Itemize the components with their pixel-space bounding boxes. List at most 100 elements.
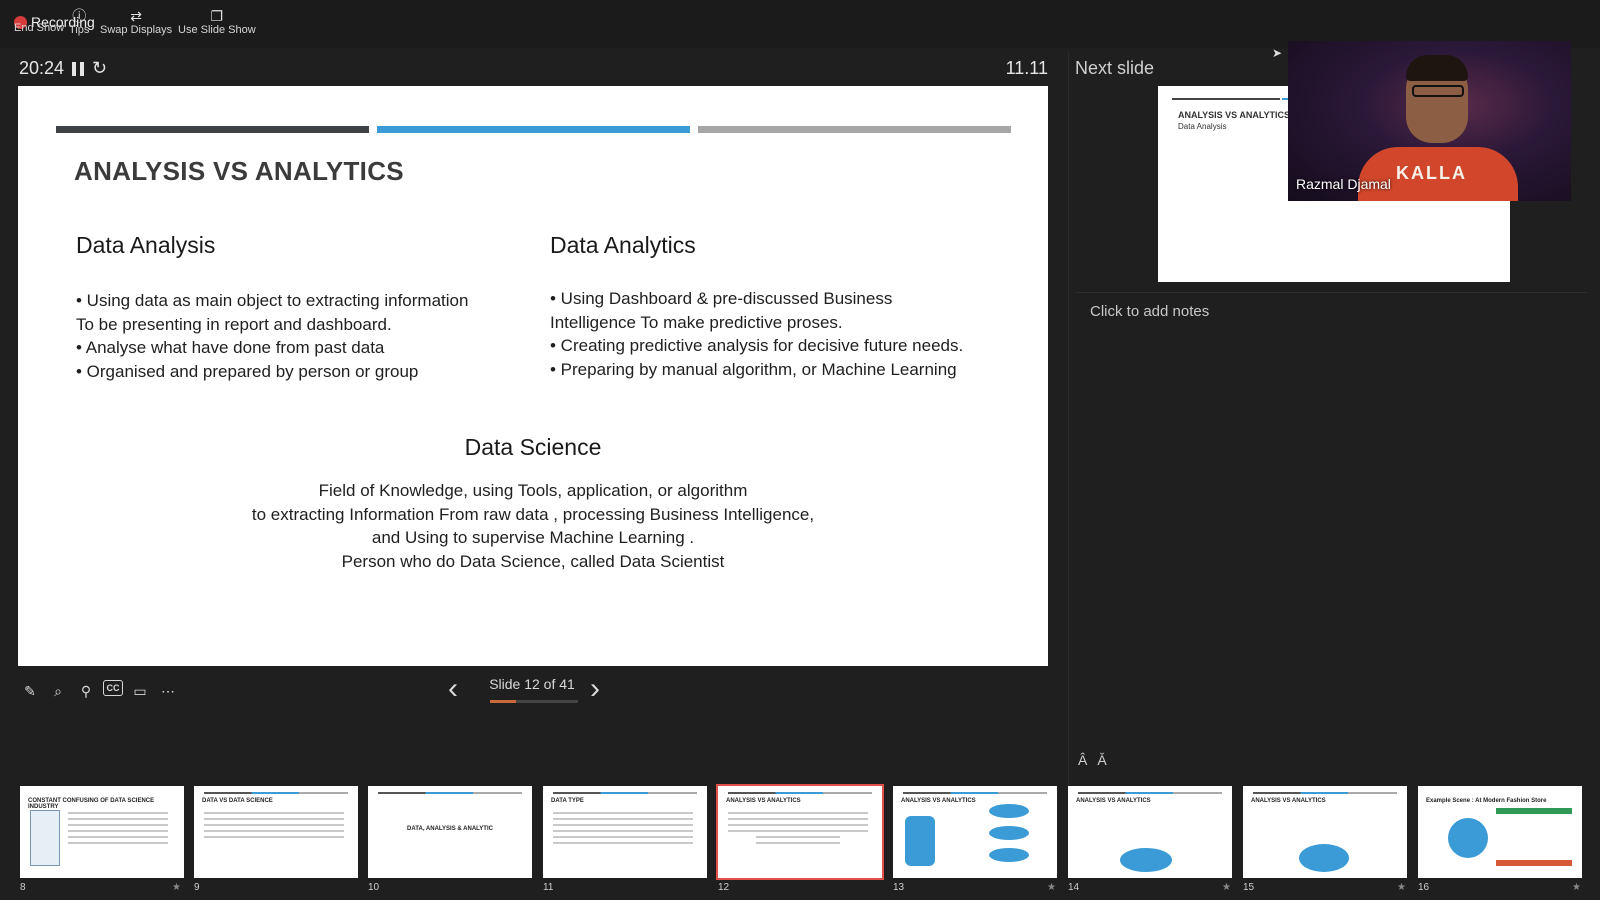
slide-progress-fill	[490, 700, 516, 703]
thumbnail-text-lines	[204, 812, 344, 842]
thumbnail-slide-10[interactable]: DATA, ANALYSIS & ANALYTIC	[368, 786, 532, 878]
diagram-ellipse	[1448, 818, 1488, 858]
thumbnail-number: 10	[368, 882, 380, 893]
diagram-ellipse	[1120, 848, 1172, 872]
pointer-icon[interactable]: ⚲	[75, 680, 97, 702]
tips-label: Tips	[69, 24, 90, 36]
thumbnail-slide-8[interactable]: CONSTANT CONFUSING OF DATA SCIENCE INDUS…	[20, 786, 184, 878]
thumbnail-title: ANALYSIS VS ANALYTICS	[1251, 798, 1326, 804]
notes-font-controls: Â Ǎ	[1078, 752, 1107, 768]
tips-button[interactable]: ⓘ Tips	[69, 8, 89, 36]
title-bars	[56, 126, 1011, 133]
bar-shape	[1496, 808, 1572, 814]
speaker-notes[interactable]: Click to add notes	[1090, 303, 1209, 320]
dataset-shape	[989, 848, 1029, 862]
slide-thumbnail-strip: CONSTANT CONFUSING OF DATA SCIENCE INDUS…	[0, 784, 1600, 900]
data-analytics-heading: Data Analytics	[550, 232, 696, 258]
thumbnail-number: 15	[1243, 882, 1255, 893]
list-item: • Analyse what have done from past data	[76, 338, 385, 357]
data-analytics-list: • Using Dashboard & pre-discussed Busine…	[550, 287, 1030, 381]
thumbnail-title: ANALYSIS VS ANALYTICS	[726, 798, 801, 804]
use-slide-show-label: Use Slide Show	[178, 24, 256, 36]
panel-divider	[1068, 52, 1069, 792]
clock: 11.11	[1005, 58, 1048, 78]
current-slide[interactable]: ANALYSIS VS ANALYTICS Data Analysis • Us…	[18, 86, 1048, 666]
thumbnail-slide-15[interactable]: ANALYSIS VS ANALYTICS	[1243, 786, 1407, 878]
decrease-font-button[interactable]: Ǎ	[1097, 752, 1106, 768]
slide-counter: Slide 12 of 41	[489, 676, 575, 692]
thumbnail-slide-12[interactable]: ANALYSIS VS ANALYTICS	[716, 784, 884, 880]
dataset-shape	[989, 804, 1029, 818]
end-show-button[interactable]: End Show	[14, 22, 64, 34]
participant-video[interactable]: KALLA Razmal Djamal	[1288, 41, 1571, 201]
data-science-line: and Using to supervise Machine Learning …	[371, 528, 695, 547]
thumbnail-slide-14[interactable]: ANALYSIS VS ANALYTICS	[1068, 786, 1232, 878]
thumbnail-number: 11	[543, 882, 554, 893]
next-slide-subtitle: Data Analysis	[1178, 122, 1227, 131]
next-slide-button[interactable]: ›	[590, 672, 600, 706]
list-item: Intelligence To make predictive proses.	[550, 312, 843, 332]
thumbnail-slide-9[interactable]: DATA VS DATA SCIENCE	[194, 786, 358, 878]
title-bar-2	[377, 126, 690, 133]
participant-name: Razmal Djamal	[1296, 176, 1391, 192]
info-icon: ⓘ	[72, 8, 87, 24]
elapsed-time: 20:24	[19, 58, 65, 78]
thumbnail-slide-13[interactable]: ANALYSIS VS ANALYTICS	[893, 786, 1057, 878]
data-science-heading: Data Science	[464, 434, 602, 460]
decrease-font-label: A	[1097, 752, 1107, 768]
thumbnail-bar	[204, 792, 348, 794]
thumbnail-bar	[1078, 792, 1222, 794]
thumbnail-number: 14	[1068, 882, 1080, 893]
data-science-line: Person who do Data Science, called Data …	[341, 551, 725, 571]
person-hair	[1406, 55, 1468, 81]
bar-shape	[1496, 860, 1572, 866]
thumbnail-bar	[903, 792, 1047, 794]
data-analysis-list: • Using data as main object to extractin…	[76, 289, 536, 383]
previous-slide-button[interactable]: ‹	[448, 672, 458, 706]
data-science-section: Data Science Field of Knowledge, using T…	[18, 434, 1048, 573]
more-options-icon[interactable]: ⋯	[157, 680, 179, 702]
title-bar-1	[56, 126, 369, 133]
thumbnail-title: DATA VS DATA SCIENCE	[202, 798, 273, 804]
title-bar-3	[698, 126, 1011, 133]
thumbnail-title: DATA, ANALYSIS & ANALYTIC	[407, 826, 493, 832]
pause-icon[interactable]	[72, 61, 85, 76]
swap-displays-label: Swap Displays	[100, 24, 173, 36]
presenter-tools: ✎ ⌕ ⚲ CC ▭ ⋯	[19, 680, 179, 702]
notes-divider	[1075, 292, 1587, 293]
thumbnail-number: 9	[194, 882, 200, 893]
star-icon: ★	[172, 882, 181, 893]
subtitles-icon[interactable]: CC	[103, 680, 123, 696]
slide-title: ANALYSIS VS ANALYTICS	[74, 156, 404, 186]
database-icon	[905, 816, 935, 866]
camera-off-icon[interactable]: ▭	[129, 680, 151, 702]
use-slide-show-button[interactable]: ❐ Use Slide Show	[178, 8, 256, 37]
data-science-line: to extracting Information From raw data …	[251, 504, 815, 524]
swap-icon: ⇄	[130, 7, 142, 24]
dataset-shape	[989, 826, 1029, 840]
star-icon: ★	[1047, 882, 1056, 893]
thumbnail-title: ANALYSIS VS ANALYTICS	[901, 798, 976, 804]
end-show-label: End Show	[14, 22, 65, 34]
list-item: • Organised and prepared by person or gr…	[76, 361, 419, 381]
reset-timer-icon[interactable]: ↻	[92, 58, 107, 79]
zoom-icon[interactable]: ⌕	[47, 680, 69, 702]
thumbnail-bar	[553, 792, 697, 794]
swap-displays-button[interactable]: ⇄ Swap Displays	[100, 7, 173, 37]
shirt-logo: KALLA	[1396, 163, 1467, 183]
data-science-line: Field of Knowledge, using Tools, applica…	[318, 481, 748, 500]
thumbnail-text-lines	[553, 812, 693, 848]
data-analytics-column: Data Analytics • Using Dashboard & pre-d…	[550, 232, 1030, 381]
thumbnail-title: DATA TYPE	[551, 798, 584, 804]
pen-icon[interactable]: ✎	[19, 680, 41, 702]
data-analysis-heading: Data Analysis	[76, 232, 216, 258]
thumbnail-bar	[728, 792, 872, 794]
thumbnail-slide-16[interactable]: Example Scene : At Modern Fashion Store	[1418, 786, 1582, 878]
star-icon: ★	[1222, 882, 1231, 893]
thumbnail-slide-11[interactable]: DATA TYPE	[543, 786, 707, 878]
list-item: • Using Dashboard & pre-discussed Busine…	[550, 289, 893, 308]
star-icon: ★	[1572, 882, 1581, 893]
diagram-ellipse	[1299, 844, 1349, 872]
increase-font-button[interactable]: Â	[1078, 752, 1087, 768]
next-slide-label: Next slide	[1075, 58, 1155, 78]
